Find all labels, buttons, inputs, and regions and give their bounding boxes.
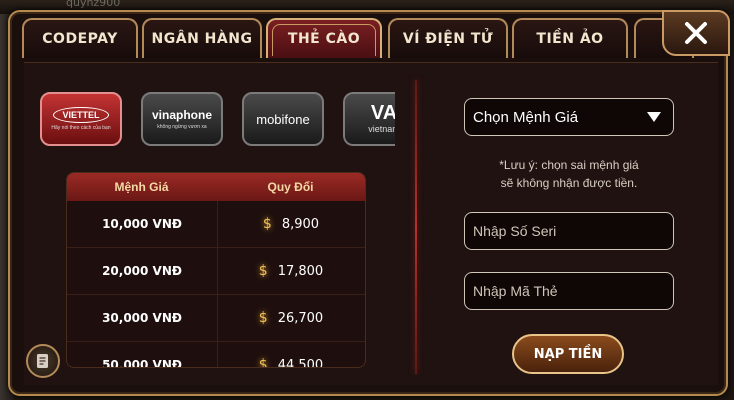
serial-placeholder: Nhập Số Seri <box>473 223 557 239</box>
tab-active-inner-border <box>272 24 376 56</box>
vietnamobile-logo: VA <box>370 102 395 124</box>
tab-label: VÍ ĐIỆN TỬ <box>402 31 494 47</box>
provider-vinaphone[interactable]: vinaphone không ngừng vươn xa <box>141 92 223 146</box>
table-row: 30,000 VNĐ $26,700 <box>67 295 365 342</box>
tab-label: CODEPAY <box>42 31 118 47</box>
background-username: quyhz900 <box>66 0 121 9</box>
dollar-icon: $ <box>258 263 268 279</box>
provider-vietnamobile[interactable]: VA vietnam <box>343 92 395 146</box>
table-row: 10,000 VNĐ $8,900 <box>67 201 365 248</box>
converted-value: 26,700 <box>277 310 324 326</box>
header-quy-doi: Quy Đổi <box>267 180 314 194</box>
face-value: 10,000 VNĐ <box>102 217 182 231</box>
history-icon <box>37 354 48 368</box>
vietnamobile-name: vietnam <box>368 124 395 134</box>
viettel-tagline: Hãy nói theo cách của bạn <box>51 125 111 131</box>
tab-vi-dien-tu[interactable]: VÍ ĐIỆN TỬ <box>388 18 508 58</box>
deposit-button[interactable]: NẠP TIỀN <box>512 334 624 374</box>
mobifone-logo: mobifone <box>256 111 310 127</box>
table-row: 20,000 VNĐ $17,800 <box>67 248 365 295</box>
close-button[interactable] <box>662 10 730 56</box>
table-column-divider <box>217 201 218 367</box>
dollar-icon: $ <box>258 357 268 368</box>
tab-the-cao[interactable]: THẺ CÀO <box>266 18 382 58</box>
tab-tien-ao[interactable]: TIỀN ẢO <box>512 18 628 58</box>
tab-ngan-hang[interactable]: NGÂN HÀNG <box>142 18 262 58</box>
denomination-warning: *Lưu ý: chọn sai mệnh giá sẽ không nhận … <box>464 156 674 192</box>
face-value: 20,000 VNĐ <box>102 264 182 278</box>
dollar-icon: $ <box>262 216 272 232</box>
face-value: 50,000 VNĐ <box>102 358 182 368</box>
card-code-placeholder: Nhập Mã Thẻ <box>473 283 558 299</box>
converted-value: 44,500 <box>277 357 324 368</box>
table-header: Mệnh Giá Quy Đổi <box>67 173 365 201</box>
dollar-icon: $ <box>258 310 268 326</box>
vinaphone-logo: vinaphone <box>151 108 212 122</box>
converted-value: 8,900 <box>281 216 320 232</box>
warning-line-1: *Lưu ý: chọn sai mệnh giá <box>499 158 639 172</box>
tab-label: TIỀN ẢO <box>536 31 604 47</box>
rate-table: Mệnh Giá Quy Đổi 10,000 VNĐ $8,900 20,00… <box>66 172 366 368</box>
denomination-select[interactable]: Chọn Mệnh Giá <box>464 98 674 136</box>
converted-value: 17,800 <box>277 263 324 279</box>
card-code-input[interactable]: Nhập Mã Thẻ <box>464 272 674 310</box>
header-menh-gia: Mệnh Giá <box>114 180 169 194</box>
history-button[interactable] <box>26 344 60 378</box>
denomination-select-label: Chọn Mệnh Giá <box>473 108 579 126</box>
chevron-down-icon <box>647 112 661 122</box>
provider-mobifone[interactable]: mobifone <box>242 92 324 146</box>
warning-line-2: sẽ không nhận được tiền. <box>500 176 638 190</box>
deposit-button-label: NẠP TIỀN <box>533 346 603 362</box>
serial-input[interactable]: Nhập Số Seri <box>464 212 674 250</box>
face-value: 30,000 VNĐ <box>102 311 182 325</box>
tab-label: NGÂN HÀNG <box>151 31 253 47</box>
panel-divider <box>415 80 417 374</box>
provider-viettel[interactable]: VIETTEL Hãy nói theo cách của bạn <box>40 92 122 146</box>
viettel-logo: VIETTEL <box>53 107 109 123</box>
vinaphone-tagline: không ngừng vươn xa <box>157 124 207 130</box>
close-icon <box>685 22 707 44</box>
tab-codepay[interactable]: CODEPAY <box>22 18 138 58</box>
table-row: 50,000 VNĐ $44,500 <box>67 342 365 368</box>
